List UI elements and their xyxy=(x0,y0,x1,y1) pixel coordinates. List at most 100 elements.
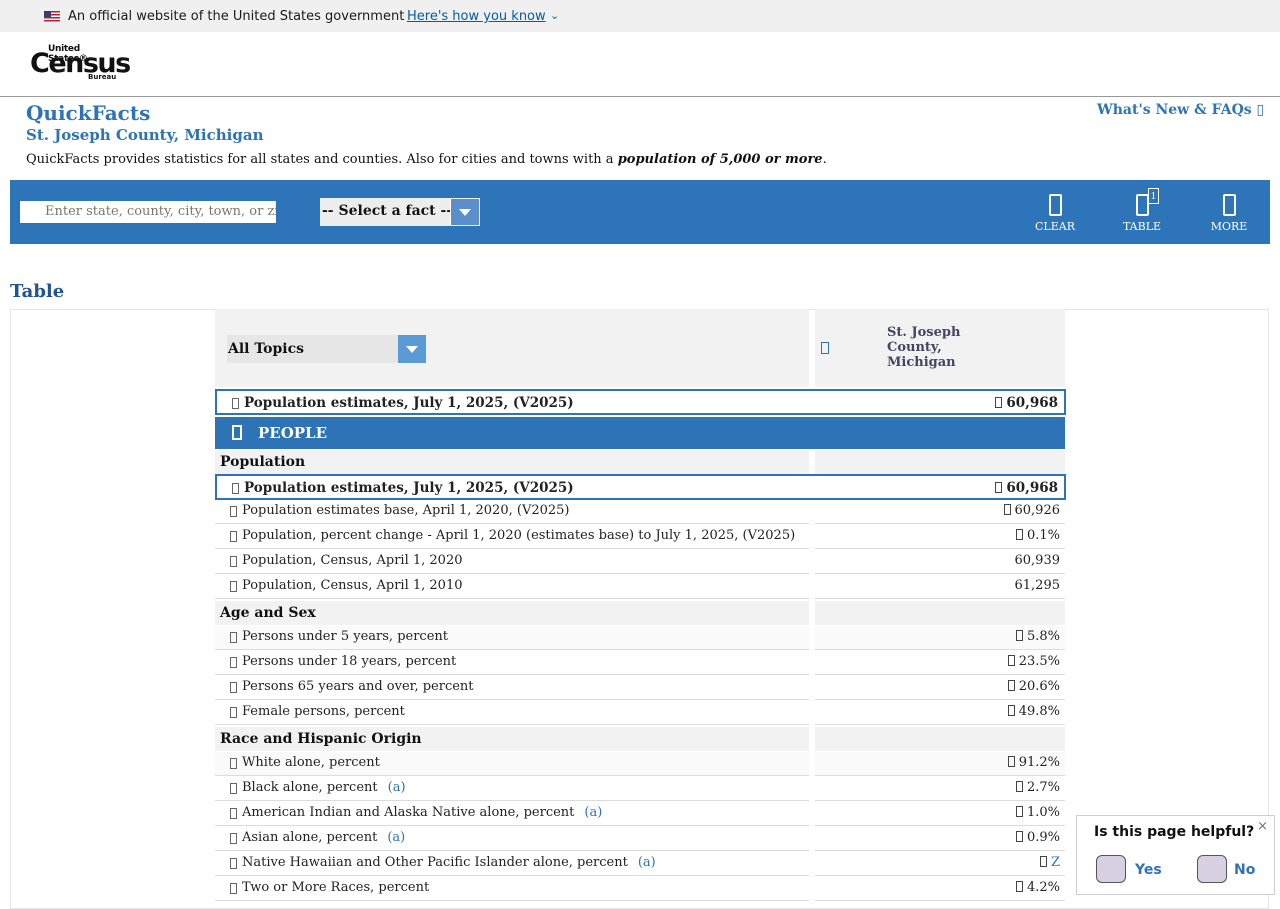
table-row[interactable]: Population estimates, July 1, 2025, (V20… xyxy=(215,389,1066,415)
value-info-icon[interactable] xyxy=(1007,655,1015,666)
info-icon[interactable] xyxy=(230,506,237,517)
table-button[interactable]: 1 TABLE xyxy=(1107,188,1177,238)
row-value: 60,926 xyxy=(1003,503,1060,518)
row-label: Population estimates, July 1, 2025, (V20… xyxy=(244,480,574,496)
table-row[interactable]: Persons under 18 years, percent 23.5% xyxy=(215,651,1065,675)
table-row[interactable]: Population, percent change - April 1, 20… xyxy=(215,525,1065,549)
row-value-text: 1.0% xyxy=(1026,805,1060,820)
row-label-cell: Native Hawaiian and Other Pacific Island… xyxy=(215,852,809,876)
value-info-icon[interactable] xyxy=(995,397,1003,408)
row-value-cell: 60,926 xyxy=(815,500,1065,524)
info-icon[interactable] xyxy=(230,632,237,643)
info-icon[interactable] xyxy=(230,883,237,894)
clear-button[interactable]: CLEAR xyxy=(1020,192,1090,238)
row-value-cell: 91.2% xyxy=(815,752,1065,776)
table-row[interactable]: Black alone, percent (a) 2.7% xyxy=(215,777,1065,801)
topic-select-dropdown[interactable]: All Topics xyxy=(227,335,426,363)
row-label: Population, Census, April 1, 2020 xyxy=(242,553,463,568)
row-value-text: 4.2% xyxy=(1026,880,1060,895)
value-info-icon[interactable] xyxy=(995,482,1003,493)
info-icon[interactable] xyxy=(230,581,237,592)
row-label-cell: Population, Census, April 1, 2020 xyxy=(215,550,809,574)
row-value-text: 5.8% xyxy=(1026,629,1060,644)
footnote-link[interactable]: (a) xyxy=(387,830,405,845)
value-info-icon[interactable] xyxy=(1039,856,1047,867)
heres-how-you-know-link[interactable]: Here's how you know xyxy=(407,9,546,24)
description-prefix: QuickFacts provides statistics for all s… xyxy=(26,152,618,167)
row-label-cell: Population, percent change - April 1, 20… xyxy=(215,525,809,549)
value-info-icon[interactable] xyxy=(1015,630,1023,641)
info-icon[interactable] xyxy=(232,483,239,494)
table-row[interactable]: Persons under 5 years, percent 5.8% xyxy=(215,626,1065,650)
row-label: White alone, percent xyxy=(242,755,380,770)
info-icon[interactable] xyxy=(230,657,237,668)
row-value-text: 49.8% xyxy=(1018,704,1060,719)
footnote-link[interactable]: (a) xyxy=(388,780,406,795)
value-info-icon[interactable] xyxy=(1015,781,1023,792)
row-label-cell: Persons under 18 years, percent xyxy=(215,651,809,675)
thumbs-down-icon[interactable] xyxy=(1197,855,1227,883)
chevron-down-icon[interactable] xyxy=(398,335,426,363)
info-icon[interactable] xyxy=(230,556,237,567)
column-info-icon[interactable] xyxy=(821,342,829,354)
row-value-cell: 23.5% xyxy=(815,651,1065,675)
table-row[interactable]: American Indian and Alaska Native alone,… xyxy=(215,802,1065,826)
census-logo[interactable]: United States® Census Bureau xyxy=(30,44,131,82)
row-value-text[interactable]: Z xyxy=(1051,855,1060,870)
group-value-cell xyxy=(815,727,1065,751)
value-info-icon[interactable] xyxy=(1007,705,1015,716)
info-icon[interactable] xyxy=(230,783,237,794)
table-row[interactable]: Persons 65 years and over, percent 20.6% xyxy=(215,676,1065,700)
footnote-link[interactable]: (a) xyxy=(638,855,656,870)
fact-select-dropdown[interactable]: -- Select a fact -- xyxy=(320,198,480,226)
table-row[interactable]: White alone, percent 91.2% xyxy=(215,752,1065,776)
info-icon[interactable] xyxy=(230,758,237,769)
chevron-down-icon[interactable] xyxy=(450,199,479,225)
chevron-down-icon[interactable]: ⌄ xyxy=(550,9,559,22)
row-label: Female persons, percent xyxy=(242,704,405,719)
table-row[interactable]: Population estimates base, April 1, 2020… xyxy=(215,500,1065,524)
more-button[interactable]: MORE xyxy=(1194,192,1264,238)
value-info-icon[interactable] xyxy=(1015,831,1023,842)
info-icon[interactable] xyxy=(230,531,237,542)
table-row[interactable]: Population, Census, April 1, 2020 60,939 xyxy=(215,550,1065,574)
row-value-text: 0.9% xyxy=(1026,830,1060,845)
info-icon[interactable] xyxy=(230,833,237,844)
value-info-icon[interactable] xyxy=(1015,529,1023,540)
gov-banner: An official website of the United States… xyxy=(0,0,1280,32)
header-divider xyxy=(0,96,1280,97)
table-row[interactable]: Population, Census, April 1, 2010 61,295 xyxy=(215,575,1065,599)
row-value: 23.5% xyxy=(1007,654,1060,669)
value-info-icon[interactable] xyxy=(1003,504,1011,515)
table-row[interactable]: Native Hawaiian and Other Pacific Island… xyxy=(215,852,1065,876)
topic-select-label: All Topics xyxy=(228,341,305,357)
footnote-link[interactable]: (a) xyxy=(584,805,602,820)
page-title[interactable]: QuickFacts xyxy=(26,101,150,125)
value-info-icon[interactable] xyxy=(1007,680,1015,691)
table-row[interactable]: Asian alone, percent (a) 0.9% xyxy=(215,827,1065,851)
table-row[interactable]: Population estimates, July 1, 2025, (V20… xyxy=(215,474,1066,500)
info-icon[interactable] xyxy=(232,398,239,409)
value-info-icon[interactable] xyxy=(1015,806,1023,817)
section-heading: Table xyxy=(10,281,65,302)
value-info-icon[interactable] xyxy=(1007,756,1015,767)
clear-icon xyxy=(1048,194,1062,216)
whats-new-faqs-link[interactable]: What's New & FAQs ▯ xyxy=(1097,102,1264,118)
location-search-input[interactable]: Enter state, county, city, town, or zip … xyxy=(20,201,276,223)
row-label: Population estimates base, April 1, 2020… xyxy=(242,503,570,518)
feedback-yes-button[interactable]: Yes xyxy=(1135,862,1162,878)
people-section-header[interactable]: PEOPLE xyxy=(215,417,1065,449)
feedback-no-button[interactable]: No xyxy=(1234,862,1255,878)
row-value: 4.2% xyxy=(1015,880,1060,895)
info-icon[interactable] xyxy=(230,707,237,718)
table-row[interactable]: Female persons, percent 49.8% xyxy=(215,701,1065,725)
value-info-icon[interactable] xyxy=(1015,881,1023,892)
info-icon[interactable] xyxy=(230,858,237,869)
close-icon[interactable]: × xyxy=(1257,819,1268,834)
table-row[interactable]: Two or More Races, percent 4.2% xyxy=(215,877,1065,901)
info-icon[interactable] xyxy=(230,808,237,819)
info-icon[interactable] xyxy=(230,682,237,693)
row-value-text: 60,968 xyxy=(1006,395,1058,411)
table-count-badge: 1 xyxy=(1148,188,1159,204)
thumbs-up-icon[interactable] xyxy=(1096,855,1126,883)
